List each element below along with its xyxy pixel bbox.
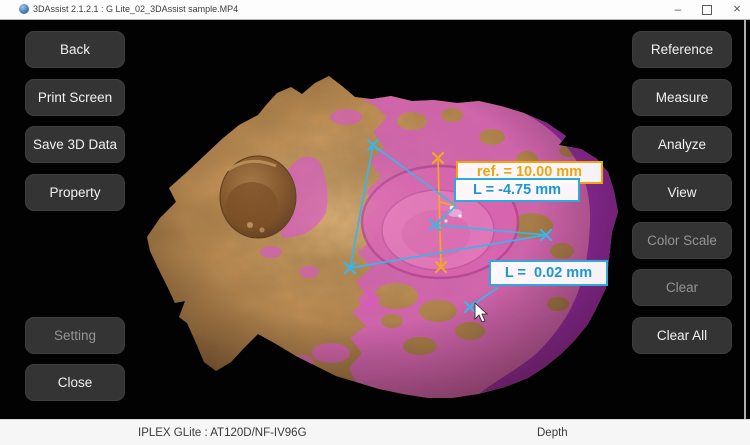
app-icon (19, 4, 29, 14)
window-title: 3DAssist 2.1.2.1 : G Lite_02_3DAssist sa… (33, 0, 238, 19)
window-edge-strip (744, 20, 746, 419)
view-button[interactable]: View (632, 174, 732, 211)
maximize-icon[interactable] (694, 0, 720, 19)
setting-button[interactable]: Setting (25, 317, 125, 354)
print-screen-button[interactable]: Print Screen (25, 79, 125, 116)
save-3d-data-button[interactable]: Save 3D Data (25, 126, 125, 163)
reference-button[interactable]: Reference (632, 31, 732, 68)
analyze-button[interactable]: Analyze (632, 126, 732, 163)
depth-measure-label-2: L = 0.02 mm (489, 260, 608, 286)
clear-button[interactable]: Clear (632, 269, 732, 306)
close-button[interactable]: Close (25, 364, 125, 401)
app-window: ref. = 10.00 mm L = -4.75 mm L = 0.02 mm… (0, 0, 750, 445)
status-bar: IPLEX GLite : AT120D/NF-IV96G Depth (0, 419, 750, 445)
title-bar: 3DAssist 2.1.2.1 : G Lite_02_3DAssist sa… (0, 0, 750, 20)
device-info-text: IPLEX GLite : AT120D/NF-IV96G (138, 420, 307, 445)
minimize-icon[interactable]: – (665, 0, 691, 19)
property-button[interactable]: Property (25, 174, 125, 211)
mode-text: Depth (537, 420, 568, 445)
color-scale-button[interactable]: Color Scale (632, 222, 732, 259)
clear-all-button[interactable]: Clear All (632, 317, 732, 354)
measure-button[interactable]: Measure (632, 79, 732, 116)
depth-measure-label-1: L = -4.75 mm (454, 178, 580, 202)
close-icon[interactable]: × (724, 0, 750, 19)
back-button[interactable]: Back (25, 31, 125, 68)
